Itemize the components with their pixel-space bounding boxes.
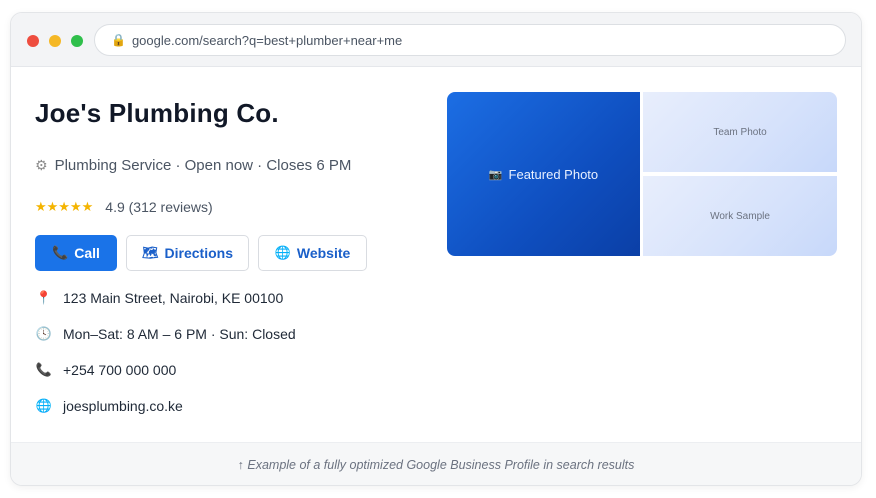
directions-button[interactable]: 🗺 Directions: [126, 235, 249, 271]
address-bar[interactable]: 🔒 google.com/search?q=best+plumber+near+…: [94, 24, 846, 56]
phone-text: +254 700 000 000: [63, 362, 177, 378]
star-rating: ★★★★★: [35, 199, 94, 214]
clock-icon: 🕓: [35, 326, 53, 341]
phone-icon: 📞: [52, 245, 69, 260]
website-row[interactable]: 🌐 joesplumbing.co.ke: [35, 398, 183, 414]
business-name: Joe's Plumbing Co.: [35, 98, 279, 128]
close-window-button[interactable]: [27, 35, 39, 47]
call-button[interactable]: 📞 Call: [35, 235, 117, 271]
pin-icon: 📍: [35, 290, 53, 305]
lock-icon: 🔒: [111, 33, 126, 47]
phone-row[interactable]: 📞 +254 700 000 000: [35, 362, 176, 378]
website-label: Website: [296, 245, 351, 261]
team-photo-label: Team Photo: [713, 126, 767, 138]
hours-row[interactable]: 🕓 Mon–Sat: 8 AM – 6 PM · Sun: Closed: [35, 326, 296, 342]
featured-photo-label: Featured Photo: [508, 166, 599, 182]
business-category-line: ⚙ Plumbing Service · Open now · Closes 6…: [35, 157, 351, 174]
camera-icon: 📷: [488, 168, 503, 181]
browser-chrome: 🔒 google.com/search?q=best+plumber+near+…: [11, 13, 861, 67]
directions-label: Directions: [164, 245, 233, 261]
hours-text: Mon–Sat: 8 AM – 6 PM · Sun: Closed: [63, 326, 296, 342]
rating-row: ★★★★★ 4.9 (312 reviews): [35, 199, 213, 215]
phone-icon: 📞: [35, 362, 53, 377]
featured-photo[interactable]: 📷 Featured Photo: [447, 92, 640, 256]
rating-text[interactable]: 4.9 (312 reviews): [105, 199, 212, 215]
caption-footer: ↑ Example of a fully optimized Google Bu…: [11, 442, 861, 485]
address-row[interactable]: 📍 123 Main Street, Nairobi, KE 00100: [35, 290, 283, 306]
globe-icon: 🌐: [35, 398, 53, 413]
address-text: 123 Main Street, Nairobi, KE 00100: [63, 290, 284, 306]
globe-icon: 🌐: [274, 245, 291, 260]
url-text: google.com/search?q=best+plumber+near+me: [131, 32, 403, 48]
work-sample-label: Work Sample: [710, 210, 770, 222]
website-button[interactable]: 🌐 Website: [258, 235, 367, 271]
business-profile-panel: Joe's Plumbing Co. ⚙ Plumbing Service · …: [11, 68, 861, 442]
team-photo[interactable]: Team Photo: [643, 92, 837, 172]
work-sample-photo[interactable]: Work Sample: [643, 176, 837, 256]
website-text: joesplumbing.co.ke: [63, 398, 183, 414]
map-icon: 🗺: [142, 245, 159, 260]
category-text: Plumbing Service · Open now · Closes 6 P…: [54, 157, 352, 174]
caption-text: ↑ Example of a fully optimized Google Bu…: [237, 458, 635, 472]
maximize-window-button[interactable]: [71, 35, 83, 47]
gear-icon: ⚙: [35, 157, 48, 173]
browser-window: 🔒 google.com/search?q=best+plumber+near+…: [10, 12, 862, 486]
call-label: Call: [74, 245, 100, 261]
minimize-window-button[interactable]: [49, 35, 61, 47]
